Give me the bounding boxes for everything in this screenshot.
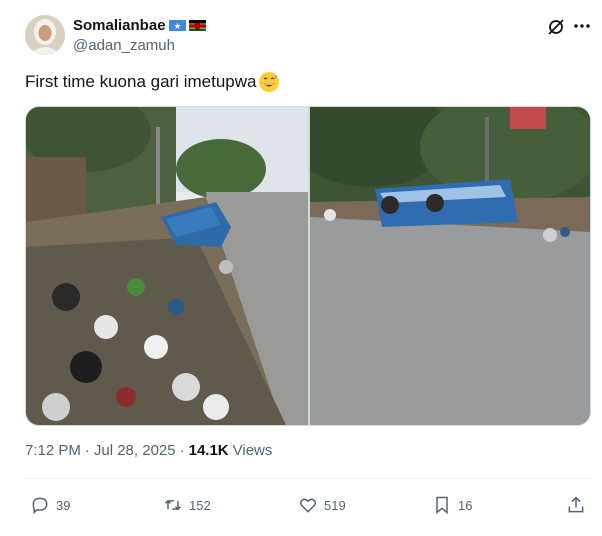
share-button[interactable] — [566, 490, 586, 520]
views-label: Views — [232, 442, 273, 459]
media-photo-right[interactable] — [309, 106, 591, 426]
share-icon — [568, 496, 584, 513]
media-photo-left[interactable] — [25, 106, 309, 426]
like-icon — [299, 498, 317, 513]
grok-icon[interactable] — [546, 17, 566, 37]
bookmark-button[interactable]: 16 — [432, 490, 472, 520]
tweet-date[interactable]: Jul 28, 2025 — [94, 442, 176, 459]
kenya-flag-icon — [188, 19, 206, 31]
photo-overturned-van-road — [310, 107, 590, 425]
more-icon[interactable] — [572, 16, 592, 36]
tweet-text-content: First time kuona gari imetupwa — [25, 72, 257, 91]
tweet-meta: 7:12 PM · Jul 28, 2025 · 14.1K Views — [25, 442, 272, 459]
divider — [25, 478, 590, 479]
author-handle[interactable]: @adan_zamuh — [73, 37, 175, 54]
reply-button[interactable]: 39 — [30, 490, 70, 520]
bookmark-icon — [436, 496, 448, 515]
views-count: 14.1K — [188, 442, 229, 459]
repost-count: 152 — [189, 497, 211, 513]
repost-icon — [164, 499, 182, 511]
avatar[interactable] — [25, 15, 65, 55]
reply-count: 39 — [56, 497, 71, 513]
somalia-flag-icon — [168, 19, 186, 31]
avatar-image — [25, 15, 65, 55]
tweet-time[interactable]: 7:12 PM — [25, 442, 81, 459]
like-count: 519 — [324, 497, 346, 513]
meta-separator: · — [84, 442, 90, 459]
photo-garbage-overturned-van — [26, 107, 308, 425]
reply-icon — [32, 497, 48, 515]
author-name-row[interactable]: Somalianbae — [73, 15, 206, 35]
bookmark-count: 16 — [458, 497, 473, 513]
display-name[interactable]: Somalianbae — [73, 17, 166, 34]
like-button[interactable]: 519 — [298, 490, 346, 520]
meta-separator-2: · — [179, 442, 185, 459]
repost-button[interactable]: 152 — [163, 490, 211, 520]
action-bar: 39 152 519 16 — [25, 490, 590, 520]
grinning-face-with-sweat-icon — [258, 71, 280, 93]
tweet-text: First time kuona gari imetupwa — [25, 71, 280, 93]
